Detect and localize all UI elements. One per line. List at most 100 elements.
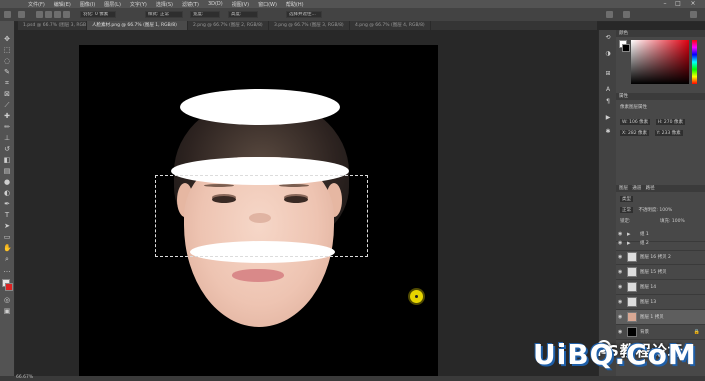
eyedropper-icon[interactable]: ⟋ [3, 101, 11, 109]
style-select[interactable]: 样式: 正常 [145, 11, 183, 18]
visibility-icon[interactable]: ◉ [618, 240, 624, 246]
panel-bg-swatch[interactable] [622, 44, 630, 52]
workspace-icon[interactable] [623, 11, 630, 18]
tab-3[interactable]: 2.png @ 66.7% (图层 2, RGB/8) [188, 21, 269, 30]
visibility-icon[interactable]: ◉ [618, 314, 624, 320]
layer-row[interactable]: ◉ 图层 14 [616, 280, 705, 295]
menu-3d[interactable]: 3D(D) [208, 1, 223, 7]
move-tool-icon[interactable]: ✥ [3, 35, 11, 43]
tab-paths[interactable]: 路径 [646, 186, 655, 191]
pen-icon[interactable]: ✒ [3, 200, 11, 208]
tab-layers[interactable]: 图层 [619, 186, 628, 191]
intersect-selection-icon[interactable] [63, 11, 70, 18]
fill-field[interactable]: 填充: 100% [660, 219, 685, 224]
tab-5[interactable]: 4.png @ 66.7% (图层 4, RGB/8) [350, 21, 431, 30]
stamp-icon[interactable]: ⊥ [3, 134, 11, 142]
brushes-icon[interactable]: ✱ [604, 128, 612, 136]
layer-row[interactable]: ◉ 图层 15 拷贝 [616, 265, 705, 280]
new-selection-icon[interactable] [36, 11, 43, 18]
visibility-icon[interactable]: ◉ [618, 299, 624, 305]
feather-field[interactable]: 羽化: 0 像素 [80, 11, 116, 18]
subtract-selection-icon[interactable] [54, 11, 61, 18]
color-panel-tab[interactable]: 颜色 [616, 30, 705, 37]
layer-row-selected[interactable]: ◉ 图层 1 拷贝 [616, 310, 705, 325]
history-icon[interactable]: ⟲ [604, 34, 612, 42]
width-field[interactable]: 宽度: [190, 11, 220, 18]
menu-view[interactable]: 视图(V) [232, 1, 249, 8]
selection-marquee[interactable] [155, 175, 368, 257]
hand-icon[interactable]: ✋ [3, 244, 12, 252]
background-color-swatch[interactable] [5, 283, 13, 291]
dodge-icon[interactable]: ◐ [3, 189, 11, 197]
opacity-field[interactable]: 不透明度: 100% [638, 208, 672, 213]
menu-layer[interactable]: 图层(L) [104, 1, 121, 8]
share-icon[interactable] [690, 11, 697, 18]
quick-select-icon[interactable]: ✎ [3, 68, 11, 76]
menu-edit[interactable]: 编辑(E) [54, 1, 71, 8]
rect-marquee-icon[interactable]: ⬚ [3, 46, 11, 54]
close-icon[interactable]: × [688, 1, 698, 7]
menu-filter[interactable]: 滤镜(T) [182, 1, 199, 8]
tab-1[interactable]: 1.psd @ 66.7% (图层 3, RGB/8) [18, 21, 87, 30]
paragraph-icon[interactable]: ¶ [604, 98, 612, 106]
width-value[interactable]: W: 106 像素 [620, 119, 651, 125]
menu-select[interactable]: 选择(S) [156, 1, 173, 8]
filter-kind-select[interactable]: 类型 [620, 196, 633, 202]
shape-icon[interactable]: ▭ [3, 233, 11, 241]
marquee-tool-icon[interactable] [18, 11, 25, 18]
add-selection-icon[interactable] [45, 11, 52, 18]
properties-panel-tab[interactable]: 属性 [616, 93, 705, 100]
visibility-icon[interactable]: ◉ [618, 329, 624, 335]
screen-mode-icon[interactable]: ▣ [3, 307, 11, 315]
character-icon[interactable]: A [604, 86, 612, 94]
blur-icon[interactable]: ● [3, 178, 11, 186]
more-tools-icon[interactable]: … [3, 266, 11, 274]
menu-image[interactable]: 图像(I) [80, 1, 95, 8]
lips [232, 269, 284, 282]
folder-icon: ▸ [627, 239, 631, 247]
menu-file[interactable]: 文件(F) [28, 1, 45, 8]
color-picker-field[interactable] [631, 40, 689, 84]
type-icon[interactable]: T [3, 211, 11, 219]
layer-row[interactable]: ◉ 图层 16 拷贝 2 [616, 250, 705, 265]
healing-icon[interactable]: ✚ [3, 112, 11, 120]
x-value[interactable]: X: 282 像素 [620, 130, 650, 136]
hue-slider[interactable] [692, 40, 697, 84]
visibility-icon[interactable]: ◉ [618, 254, 624, 260]
path-select-icon[interactable]: ➤ [3, 222, 11, 230]
navigator-icon[interactable]: ⊞ [604, 70, 612, 78]
layer-row[interactable]: ◉ ▸ 组 2 [616, 236, 705, 251]
y-value[interactable]: Y: 233 像素 [654, 130, 683, 136]
menu-type[interactable]: 文字(Y) [130, 1, 147, 8]
layer-row[interactable]: ◉ 图层 13 [616, 295, 705, 310]
menu-help[interactable]: 帮助(H) [286, 1, 304, 8]
document-canvas[interactable] [79, 45, 438, 376]
height-value[interactable]: H: 270 像素 [655, 119, 685, 125]
size-row: W: 106 像素 H: 270 像素 [620, 119, 689, 125]
actions-icon[interactable]: ▶ [604, 114, 612, 122]
visibility-icon[interactable]: ◉ [618, 269, 624, 275]
home-icon[interactable] [4, 11, 11, 18]
eraser-icon[interactable]: ◧ [3, 156, 11, 164]
gradient-icon[interactable]: ▤ [3, 167, 11, 175]
search-icon[interactable] [606, 11, 613, 18]
tab-channels[interactable]: 通道 [632, 186, 641, 191]
brush-icon[interactable]: ✏ [3, 123, 11, 131]
tab-4[interactable]: 3.png @ 66.7% (图层 3, RGB/8) [269, 21, 350, 30]
crop-icon[interactable]: ⌗ [3, 79, 11, 87]
history-brush-icon[interactable]: ↺ [3, 145, 11, 153]
zoom-icon[interactable]: ⌕ [3, 255, 11, 263]
select-and-mask-button[interactable]: 选择并遮住... [286, 11, 322, 18]
lasso-icon[interactable]: ◌ [3, 57, 11, 65]
menu-window[interactable]: 窗口(W) [258, 1, 277, 8]
quick-mask-icon[interactable]: ◎ [3, 296, 11, 304]
maximize-icon[interactable]: □ [673, 1, 683, 7]
frame-icon[interactable]: ⊠ [3, 90, 11, 98]
adjustments-icon[interactable]: ◑ [604, 50, 612, 58]
minimize-icon[interactable]: – [660, 1, 670, 7]
tab-2[interactable]: 人脸素材.png @ 66.7% (图层 1, RGB/8) [87, 21, 188, 30]
visibility-icon[interactable]: ◉ [618, 284, 624, 290]
top-ellipse-layer[interactable] [180, 89, 340, 125]
height-field[interactable]: 高度: [228, 11, 258, 18]
blend-mode-select[interactable]: 正常 [620, 207, 633, 213]
